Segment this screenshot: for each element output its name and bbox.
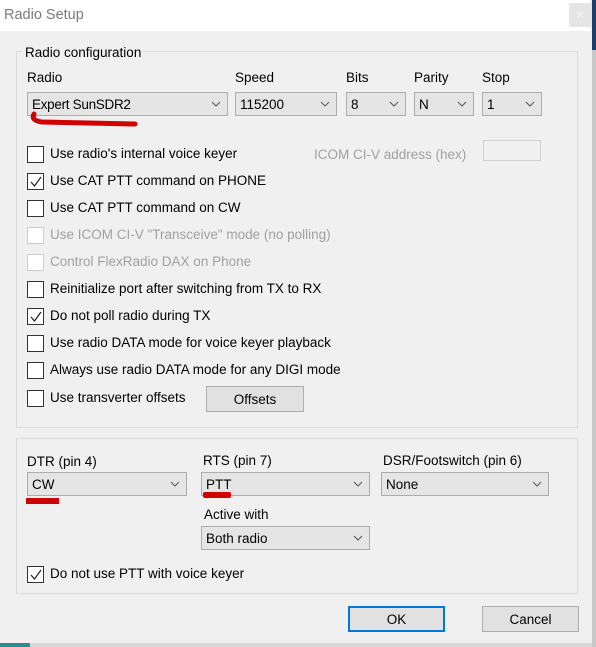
checkbox-label: Use radio's internal voice keyer (50, 146, 238, 161)
active-with-select-value: Both radio (206, 531, 268, 546)
checkbox-label: Do not use PTT with voice keyer (50, 566, 245, 581)
checkmark-icon (30, 569, 42, 580)
chevron-down-icon (211, 101, 221, 107)
dsr-label: DSR/Footswitch (pin 6) (383, 453, 522, 468)
bits-select-value: 8 (351, 97, 359, 112)
checkbox-label: Use CAT PTT command on CW (50, 200, 241, 215)
checkbox-label: Reinitialize port after switching from T… (50, 281, 322, 296)
checkbox-label: Always use radio DATA mode for any DIGI … (50, 362, 341, 377)
chevron-down-icon (525, 101, 535, 107)
stop-label: Stop (482, 70, 510, 85)
icom-address-label: ICOM CI-V address (hex) (314, 147, 467, 162)
checkmark-icon (30, 311, 42, 322)
active-with-select[interactable]: Both radio (201, 526, 370, 550)
dtr-select-value: CW (32, 477, 55, 492)
radio-label: Radio (27, 70, 63, 85)
chevron-down-icon (353, 535, 363, 541)
checkbox-box[interactable] (27, 281, 44, 298)
bits-label: Bits (346, 70, 369, 85)
speed-select[interactable]: 115200 (235, 92, 337, 116)
annotation-underline-rts (203, 492, 231, 498)
checkbox-box[interactable] (27, 173, 44, 190)
checkbox-label: Control FlexRadio DAX on Phone (50, 254, 252, 269)
checkbox-box[interactable] (27, 308, 44, 325)
active-with-label: Active with (204, 507, 269, 522)
dsr-select-value: None (386, 477, 419, 492)
window-title: Radio Setup (4, 7, 84, 23)
stop-select[interactable]: 1 (482, 92, 542, 116)
taskbar-edge (0, 643, 592, 647)
checkbox-box[interactable] (27, 335, 44, 352)
checkbox-label: Use radio DATA mode for voice keyer play… (50, 335, 331, 350)
parity-select[interactable]: N (414, 92, 474, 116)
close-button[interactable]: × (569, 3, 592, 27)
rts-label: RTS (pin 7) (203, 453, 272, 468)
bits-select[interactable]: 8 (346, 92, 406, 116)
offsets-button[interactable]: Offsets (206, 386, 304, 412)
chevron-down-icon (389, 101, 399, 107)
chevron-down-icon (170, 481, 180, 487)
speed-select-value: 115200 (240, 97, 285, 112)
checkbox-box[interactable] (27, 200, 44, 217)
parity-label: Parity (414, 70, 449, 85)
checkbox-box (27, 227, 44, 244)
speed-label: Speed (235, 70, 275, 85)
ok-button[interactable]: OK (348, 606, 445, 632)
chevron-down-icon (532, 481, 542, 487)
checkbox-box[interactable] (27, 390, 44, 407)
dtr-label: DTR (pin 4) (27, 454, 97, 469)
close-icon: × (576, 6, 585, 22)
checkmark-icon (30, 176, 42, 187)
checkbox-label: Use ICOM CI-V "Transceive" mode (no poll… (50, 227, 331, 242)
checkbox-box[interactable] (27, 146, 44, 163)
checkbox-box (27, 254, 44, 271)
checkbox-box[interactable] (27, 566, 44, 583)
checkbox-box[interactable] (27, 362, 44, 379)
stop-select-value: 1 (487, 97, 495, 112)
window-edge (592, 0, 596, 647)
cancel-button[interactable]: Cancel (482, 606, 579, 632)
checkbox-label: Do not poll radio during TX (50, 308, 211, 323)
title-bar: Radio Setup × (0, 0, 592, 31)
chevron-down-icon (457, 101, 467, 107)
annotation-underline-radio (30, 111, 138, 127)
radio-configuration-legend: Radio configuration (23, 45, 144, 60)
chevron-down-icon (320, 101, 330, 107)
checkbox-label: Use transverter offsets (50, 390, 186, 405)
dtr-select[interactable]: CW (27, 472, 187, 496)
icom-address-input[interactable] (483, 140, 541, 161)
dsr-select[interactable]: None (381, 472, 549, 496)
checkbox-label: Use CAT PTT command on PHONE (50, 173, 267, 188)
chevron-down-icon (353, 481, 363, 487)
parity-select-value: N (419, 97, 429, 112)
rts-select-value: PTT (206, 477, 232, 492)
annotation-underline-dtr (26, 498, 59, 504)
